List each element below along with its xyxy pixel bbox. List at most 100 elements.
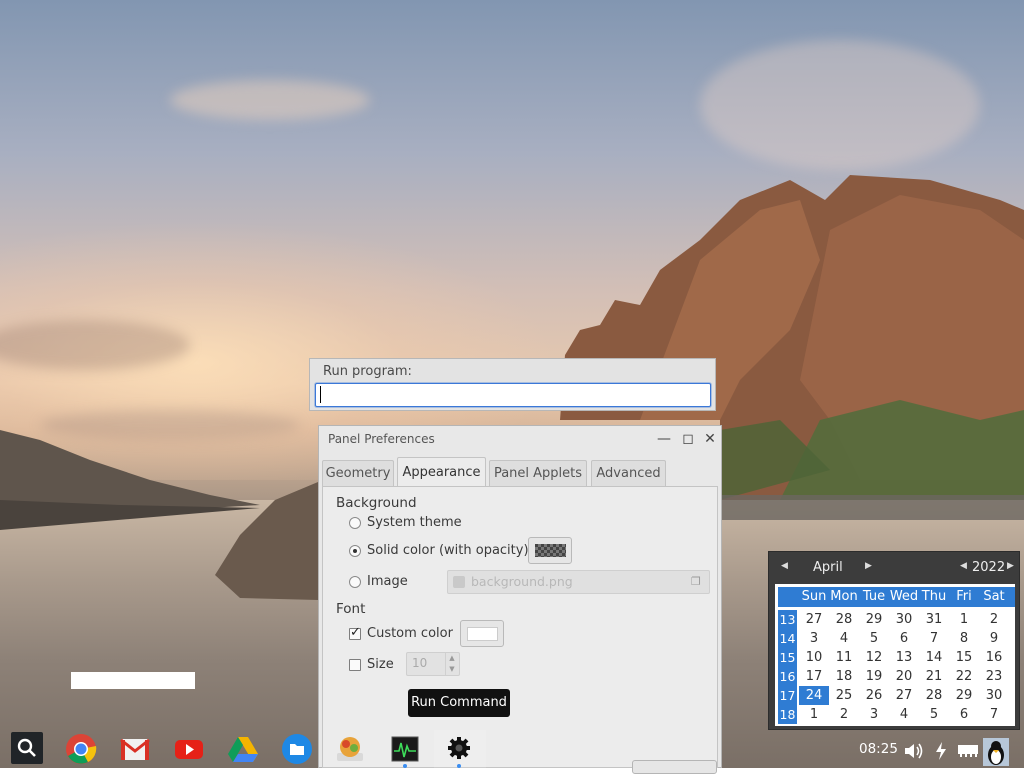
calendar-header: ◀ April ▶ ◀ 2022 ▶ [769,558,1019,578]
background-color-button[interactable] [528,537,572,564]
size-label: Size [367,657,394,672]
calendar-day[interactable]: 27 [889,686,919,705]
tab-geometry[interactable]: Geometry [322,460,394,486]
calendar-day[interactable]: 2 [829,705,859,724]
maximize-icon[interactable]: ◻ [680,431,696,447]
day-of-week-label: Fri [956,589,972,604]
image-file-icon [453,576,465,588]
day-of-week-label: Tue [862,589,886,604]
day-of-week-label: Mon [830,589,858,604]
custom-color-checkbox[interactable] [349,625,361,640]
window-title: Panel Preferences [328,432,435,446]
power-icon[interactable] [933,741,949,761]
size-spinner[interactable]: 10 ▲ ▼ [406,652,460,676]
minimize-icon[interactable]: — [656,431,672,447]
clock-time[interactable]: 08:25 [859,741,898,757]
gmail-icon[interactable] [119,733,151,765]
tab-advanced[interactable]: Advanced [591,460,666,486]
font-color-button[interactable] [460,620,504,647]
calendar-day[interactable]: 11 [829,648,859,667]
image-file-chooser[interactable]: background.png ❐ [447,570,710,594]
radio-system-theme[interactable] [349,517,361,529]
appearance-tab-content: Background System theme Solid color (wit… [322,486,718,768]
network-icon[interactable] [956,742,980,760]
drive-icon[interactable] [227,733,259,765]
calendar-grid: Sun Mon Tue Wed Thu Fri Sat 13 27 28 29 30 31 1 2 14 3 4… [775,584,1015,726]
calendar-day[interactable]: 19 [859,667,889,686]
prev-month-icon[interactable]: ◀ [781,561,788,571]
spinner-arrows-icon[interactable]: ▲ ▼ [445,653,458,675]
run-program-label: Run program: [323,364,412,379]
calendar-day[interactable]: 12 [859,648,889,667]
settings-icon[interactable] [443,733,475,765]
calendar-day[interactable]: 29 [949,686,979,705]
size-checkbox[interactable] [349,659,361,671]
calendar-day[interactable]: 6 [949,705,979,724]
radio-image[interactable] [349,576,361,588]
package-manager-icon[interactable] [334,733,366,765]
calendar-day[interactable]: 21 [919,667,949,686]
calendar-day[interactable]: 3 [799,629,829,648]
calendar-day[interactable]: 2 [979,610,1009,629]
week-number: 17 [778,686,797,705]
next-month-icon[interactable]: ▶ [865,561,872,571]
launcher-search-button[interactable] [11,732,43,764]
tab-panel-applets[interactable]: Panel Applets [489,460,587,486]
radio-solid-color[interactable] [349,545,361,557]
youtube-icon[interactable] [173,733,205,765]
tux-icon[interactable] [983,738,1009,766]
days-of-week-row: Sun Mon Tue Wed Thu Fri Sat [778,587,1015,607]
prev-year-icon[interactable]: ◀ [960,561,967,571]
calendar-day[interactable]: 1 [949,610,979,629]
run-command-tooltip: Run Command [408,689,510,717]
volume-icon[interactable] [903,741,925,761]
next-year-icon[interactable]: ▶ [1007,561,1014,571]
calendar-day[interactable]: 28 [829,610,859,629]
tab-appearance[interactable]: Appearance [397,457,486,487]
calendar-day[interactable]: 5 [859,629,889,648]
calendar-day[interactable]: 10 [799,648,829,667]
calendar-day[interactable]: 28 [919,686,949,705]
calendar-day[interactable]: 4 [889,705,919,724]
calendar-day[interactable]: 8 [949,629,979,648]
calendar-day[interactable]: 9 [979,629,1009,648]
calendar-day[interactable]: 15 [949,648,979,667]
calendar-day[interactable]: 29 [859,610,889,629]
calendar-day[interactable]: 14 [919,648,949,667]
calendar-day[interactable]: 27 [799,610,829,629]
calendar-day[interactable]: 3 [859,705,889,724]
calendar-day[interactable]: 24 [799,686,829,705]
calendar-day[interactable]: 30 [979,686,1009,705]
running-indicator [457,764,461,768]
calendar-day[interactable]: 17 [799,667,829,686]
files-icon[interactable] [281,733,313,765]
calendar-day[interactable]: 30 [889,610,919,629]
calendar-day[interactable]: 7 [919,629,949,648]
calendar-day[interactable]: 23 [979,667,1009,686]
panel-preferences-window: Panel Preferences — ◻ ✕ Geometry Appeara… [318,425,722,768]
calendar-day[interactable]: 4 [829,629,859,648]
day-of-week-label: Sat [983,589,1005,604]
calendar-day[interactable]: 31 [919,610,949,629]
calendar-day[interactable]: 6 [889,629,919,648]
background-heading: Background [336,495,417,511]
day-of-week-label: Wed [889,589,919,604]
calendar-day[interactable]: 20 [889,667,919,686]
system-monitor-icon[interactable] [389,733,421,765]
calendar-day[interactable]: 7 [979,705,1009,724]
custom-color-label: Custom color [367,626,453,641]
calendar-day[interactable]: 26 [859,686,889,705]
chrome-icon[interactable] [65,733,97,765]
day-of-week-label: Sun [801,589,827,604]
calendar-day[interactable]: 25 [829,686,859,705]
calendar-day[interactable]: 16 [979,648,1009,667]
calendar-day[interactable]: 1 [799,705,829,724]
week-number: 14 [778,629,797,648]
close-icon[interactable]: ✕ [702,431,718,447]
size-value: 10 [412,656,428,670]
run-program-input[interactable] [315,383,711,407]
calendar-day[interactable]: 13 [889,648,919,667]
calendar-day[interactable]: 5 [919,705,949,724]
calendar-day[interactable]: 22 [949,667,979,686]
calendar-day[interactable]: 18 [829,667,859,686]
